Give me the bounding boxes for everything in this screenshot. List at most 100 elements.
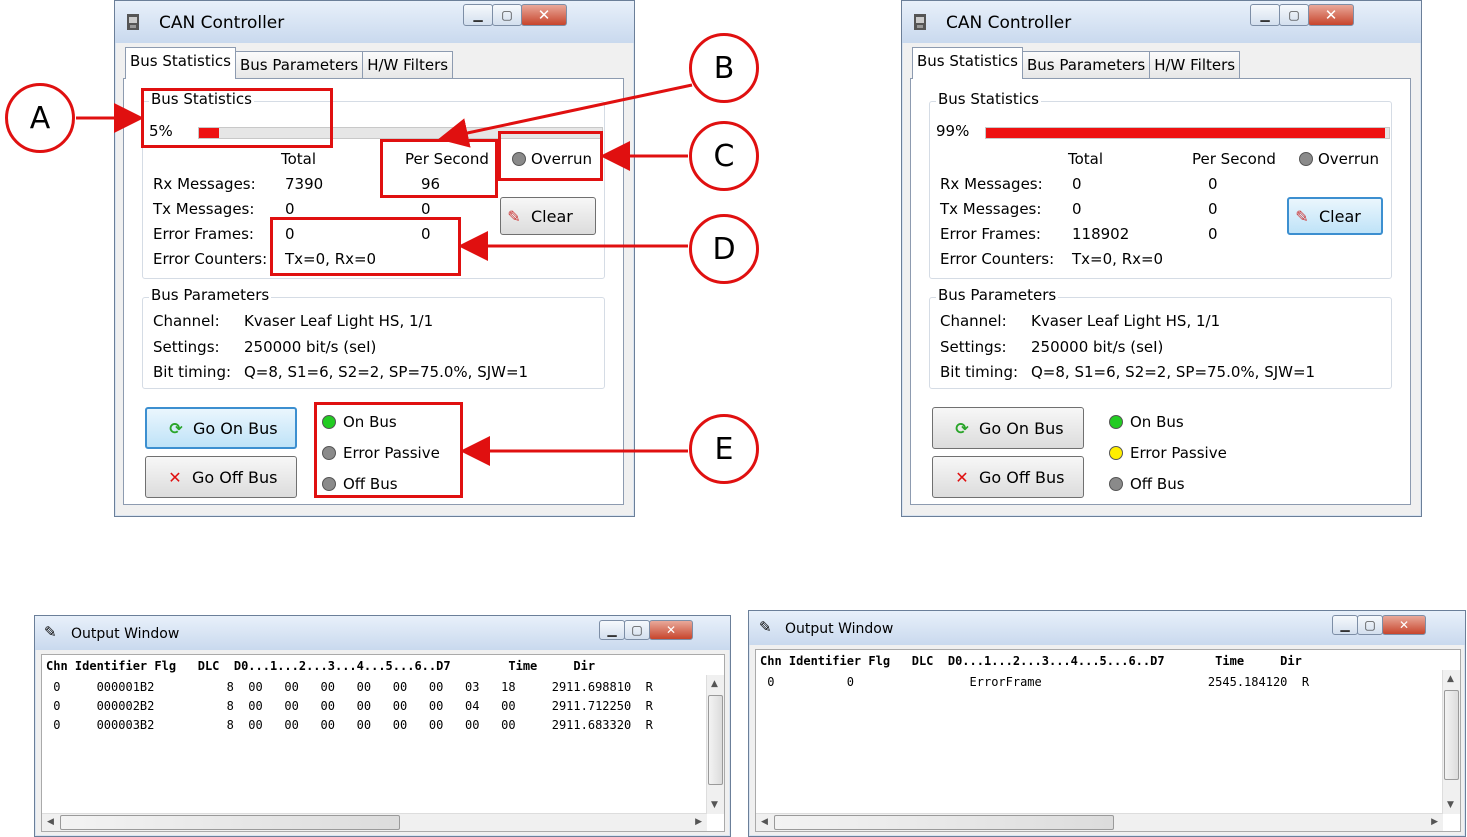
maximize-button[interactable]: ▢	[1279, 4, 1309, 26]
scroll-right-icon[interactable]: ▶	[695, 817, 702, 827]
go-off-bus-label: Go Off Bus	[192, 467, 278, 487]
vertical-scrollbar[interactable]: ▲ ▼	[1442, 670, 1460, 814]
output-column-header: Chn Identifier Flg DLC D0...1...2...3...…	[760, 654, 1302, 668]
annotation-label-c: C	[689, 121, 759, 191]
close-button[interactable]: ✕	[1382, 615, 1426, 635]
tab-bus-statistics[interactable]: Bus Statistics	[912, 47, 1023, 79]
settings-value: 250000 bit/s (seI)	[244, 338, 377, 356]
tx-total-value: 0	[1072, 200, 1082, 218]
scroll-down-icon[interactable]: ▼	[1447, 800, 1454, 810]
close-button[interactable]: ✕	[649, 620, 693, 640]
minimize-button[interactable]: ▁	[1332, 615, 1358, 635]
output-list[interactable]: Chn Identifier Flg DLC D0...1...2...3...…	[755, 649, 1461, 832]
go-on-bus-button[interactable]: ⟳ Go On Bus	[932, 407, 1084, 449]
error-counters-label: Error Counters:	[940, 250, 1055, 268]
maximize-button[interactable]: ▢	[624, 620, 650, 640]
horizontal-scrollbar[interactable]: ◀ ▶	[756, 813, 1443, 831]
error-counters-label: Error Counters:	[153, 250, 268, 268]
annotation-label-a: A	[5, 83, 75, 153]
minimize-icon: ▁	[473, 8, 483, 22]
minimize-button[interactable]: ▁	[463, 4, 493, 26]
app-icon	[127, 14, 139, 30]
tab-bus-parameters[interactable]: Bus Parameters	[234, 51, 364, 79]
output-list[interactable]: Chn Identifier Flg DLC D0...1...2...3...…	[41, 654, 725, 832]
go-off-bus-button[interactable]: ✕ Go Off Bus	[145, 456, 297, 498]
channel-label: Channel:	[153, 312, 220, 330]
close-icon: ✕	[537, 6, 551, 24]
error-frames-total-value: 118902	[1072, 225, 1130, 243]
tx-per-second-value: 0	[1208, 200, 1218, 218]
caption-buttons: ▁ ▢ ✕	[1332, 615, 1426, 635]
overrun-label: Overrun	[1318, 150, 1379, 168]
scroll-thumb[interactable]	[774, 815, 1114, 830]
channel-value: Kvaser Leaf Light HS, 1/1	[1031, 312, 1221, 330]
col-per-second-header: Per Second	[1192, 150, 1276, 168]
annotation-label-d: D	[689, 214, 759, 284]
scroll-up-icon[interactable]: ▲	[1447, 674, 1454, 684]
go-off-bus-button[interactable]: ✕ Go Off Bus	[932, 456, 1084, 498]
go-on-bus-button[interactable]: ⟳ Go On Bus	[145, 407, 297, 449]
tx-total-value: 0	[285, 200, 295, 218]
minimize-icon: ▁	[1260, 8, 1270, 22]
annotation-box-b	[380, 139, 498, 198]
red-x-icon: ✕	[955, 467, 969, 487]
title-bar[interactable]: CAN Controller ▁ ▢ ✕	[115, 1, 634, 43]
bus-load-label: 99%	[936, 122, 970, 140]
title-bar[interactable]: ✎ Output Window ▁ ▢ ✕	[35, 616, 730, 650]
off-bus-led	[1109, 477, 1123, 491]
output-row: 0 000003B2 8 00 00 00 00 00 00 00 00 291…	[46, 718, 653, 732]
notepad-icon: ✎	[44, 623, 57, 641]
caption-buttons: ▁ ▢ ✕	[463, 4, 567, 26]
bus-load-fill	[986, 128, 1385, 138]
scroll-thumb[interactable]	[708, 695, 723, 785]
annotation-box-d	[270, 217, 461, 276]
minimize-button[interactable]: ▁	[599, 620, 625, 640]
tab-bus-statistics[interactable]: Bus Statistics	[125, 47, 236, 79]
clear-button-label: Clear	[531, 206, 573, 226]
vertical-scrollbar[interactable]: ▲ ▼	[706, 675, 724, 814]
tab-hw-filters[interactable]: H/W Filters	[362, 51, 454, 79]
scroll-left-icon[interactable]: ◀	[47, 817, 54, 827]
minimize-button[interactable]: ▁	[1250, 4, 1280, 26]
group-title: Bus Parameters	[936, 286, 1059, 304]
output-row: 0 000001B2 8 00 00 00 00 00 00 03 18 291…	[46, 680, 653, 694]
error-frames-label: Error Frames:	[940, 225, 1041, 243]
title-bar[interactable]: CAN Controller ▁ ▢ ✕	[902, 1, 1421, 43]
maximize-icon: ▢	[501, 8, 513, 22]
scroll-thumb[interactable]	[60, 815, 400, 830]
scroll-right-icon[interactable]: ▶	[1431, 817, 1438, 827]
overrun-indicator	[1299, 152, 1313, 166]
horizontal-scrollbar[interactable]: ◀ ▶	[42, 813, 707, 831]
tab-hw-filters[interactable]: H/W Filters	[1149, 51, 1241, 79]
bit-timing-value: Q=8, S1=6, S2=2, SP=75.0%, SJW=1	[244, 363, 529, 381]
group-title: Bus Statistics	[936, 90, 1041, 108]
close-button[interactable]: ✕	[1308, 4, 1354, 26]
rx-total-value: 0	[1072, 175, 1082, 193]
clear-button[interactable]: ✎ Clear	[1287, 197, 1383, 235]
settings-value: 250000 bit/s (seI)	[1031, 338, 1164, 356]
tx-messages-label: Tx Messages:	[940, 200, 1042, 218]
col-total-header: Total	[281, 150, 317, 168]
on-bus-led	[1109, 415, 1123, 429]
output-window-left: ✎ Output Window ▁ ▢ ✕ Chn Identifier Flg…	[34, 615, 731, 837]
maximize-icon: ▢	[631, 623, 643, 637]
app-icon	[914, 14, 926, 30]
eraser-icon: ✎	[507, 206, 521, 226]
notepad-icon: ✎	[759, 618, 772, 636]
error-passive-led	[1109, 446, 1123, 460]
scroll-down-icon[interactable]: ▼	[711, 800, 718, 810]
scroll-left-icon[interactable]: ◀	[761, 817, 768, 827]
maximize-button[interactable]: ▢	[1357, 615, 1383, 635]
bus-parameters-group: Bus Parameters Channel: Kvaser Leaf Ligh…	[142, 286, 605, 389]
tab-bus-parameters[interactable]: Bus Parameters	[1021, 51, 1151, 79]
clear-button[interactable]: ✎ Clear	[500, 197, 596, 235]
maximize-button[interactable]: ▢	[492, 4, 522, 26]
scroll-thumb[interactable]	[1444, 690, 1459, 780]
title-bar[interactable]: ✎ Output Window ▁ ▢ ✕	[749, 611, 1465, 645]
close-icon: ✕	[1398, 618, 1410, 632]
caption-buttons: ▁ ▢ ✕	[1250, 4, 1354, 26]
annotation-box-e	[314, 402, 463, 498]
scroll-up-icon[interactable]: ▲	[711, 679, 718, 689]
window-title: Output Window	[785, 621, 894, 637]
close-button[interactable]: ✕	[521, 4, 567, 26]
